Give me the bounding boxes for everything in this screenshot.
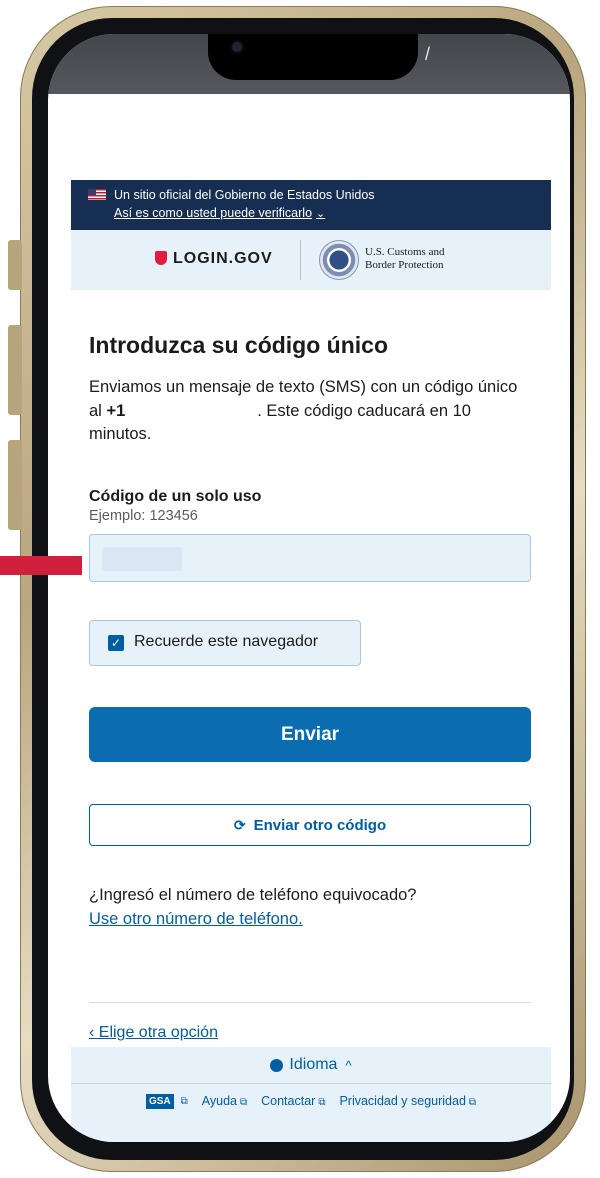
- resend-code-label: Enviar otro código: [253, 816, 387, 834]
- shield-icon: [155, 251, 167, 265]
- footer-link-privacy-label: Privacidad y seguridad: [339, 1094, 466, 1108]
- remember-browser-label: Recuerde este navegador: [134, 633, 319, 650]
- brand-divider: [300, 240, 301, 280]
- redacted-otp-value: [102, 547, 182, 571]
- gov-banner: Un sitio oficial del Gobierno de Estados…: [71, 180, 551, 230]
- footer-link-help[interactable]: Ayuda ⧉: [202, 1094, 247, 1108]
- refresh-icon: ⟳: [233, 816, 246, 833]
- external-link-icon: ⧉: [318, 1097, 326, 1108]
- status-indicator: /: [424, 44, 430, 64]
- country-code: +1: [106, 401, 126, 420]
- chevron-down-icon: ⌄: [316, 208, 326, 220]
- partner-name-line1: U.S. Customs and: [365, 246, 445, 258]
- notch: [208, 34, 418, 80]
- wrong-number-question: ¿Ingresó el número de teléfono equivocad…: [89, 886, 417, 904]
- phone-screen: / Un sitio oficial del Gobierno de Estad…: [48, 34, 570, 1142]
- language-label: Idioma: [289, 1056, 338, 1073]
- choose-other-option-link[interactable]: ‹ Elige otra opción: [89, 1024, 218, 1042]
- footer-links: GSA ⧉ Ayuda ⧉ Contactar ⧉ Privacidad y segu…: [71, 1093, 551, 1109]
- login-gov-logo: LOGIN.GOV: [155, 250, 273, 268]
- footer-link-privacy[interactable]: Privacidad y seguridad ⧉: [339, 1094, 476, 1108]
- checkbox-checked-icon[interactable]: ✓: [108, 635, 124, 651]
- gov-verify-link[interactable]: Así es como usted puede verificarlo ⌄: [114, 206, 325, 220]
- external-link-icon: ⧉: [180, 1096, 188, 1107]
- external-link-icon: ⧉: [468, 1097, 477, 1108]
- remember-browser-option[interactable]: ✓ Recuerde este navegador: [89, 620, 361, 666]
- partner-name: U.S. Customs and Border Protection: [365, 246, 444, 272]
- us-flag-icon: [88, 189, 106, 200]
- gsa-link[interactable]: GSA ⧉: [145, 1093, 188, 1109]
- footer-link-contact[interactable]: Contactar ⧉: [261, 1094, 325, 1108]
- section-divider: [89, 1002, 531, 1003]
- page-title: Introduzca su código único: [89, 332, 388, 358]
- globe-icon: [270, 1058, 284, 1072]
- gsa-logo: GSA: [145, 1094, 174, 1109]
- footer-link-contact-label: Contactar: [261, 1094, 316, 1108]
- annotation-marker: [0, 556, 82, 575]
- mute-switch: [8, 240, 22, 290]
- footer-link-help-label: Ayuda: [201, 1094, 237, 1108]
- gov-official-text: Un sitio oficial del Gobierno de Estados…: [114, 188, 375, 202]
- otp-input[interactable]: [89, 534, 531, 582]
- dhs-seal-icon: [319, 240, 359, 280]
- logo-text: LOGIN.GOV: [173, 250, 273, 267]
- camera-icon: [232, 42, 242, 52]
- footer: Idioma ^ GSA ⧉ Ayuda ⧉ Contactar ⧉ Privacida…: [71, 1047, 551, 1142]
- otp-hint: Ejemplo: 123456: [89, 508, 198, 524]
- volume-down-button: [8, 440, 22, 530]
- intro-suffix: . Este código caducará en 10 minutos.: [89, 401, 471, 444]
- status-bar: /: [48, 34, 570, 94]
- resend-code-button[interactable]: ⟳ Enviar otro código: [89, 804, 531, 846]
- external-link-icon: ⧉: [239, 1097, 248, 1108]
- submit-button[interactable]: Enviar: [89, 707, 531, 762]
- brand-bar: LOGIN.GOV U.S. Customs and Border Protec…: [71, 230, 551, 290]
- language-selector[interactable]: Idioma ^: [71, 1047, 551, 1084]
- chevron-up-icon: ^: [345, 1057, 352, 1073]
- otp-label: Código de un solo uso: [89, 488, 262, 505]
- volume-up-button: [8, 325, 22, 415]
- gov-verify-link-text: Así es como usted puede verificarlo: [114, 206, 313, 220]
- use-other-number-link[interactable]: Use otro número de teléfono.: [89, 910, 303, 929]
- intro-text: Enviamos un mensaje de texto (SMS) con u…: [89, 376, 533, 447]
- partner-name-line2: Border Protection: [365, 259, 444, 271]
